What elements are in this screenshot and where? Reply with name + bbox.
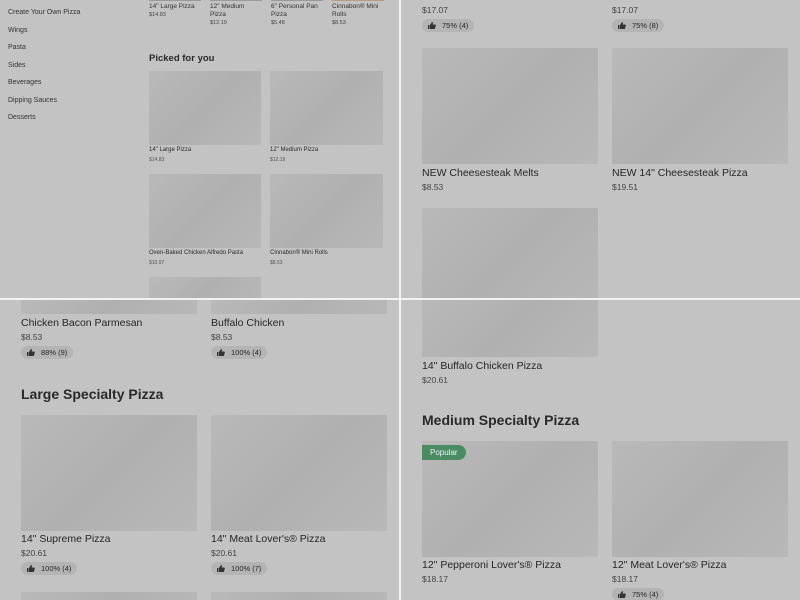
menu-item-price: $14.83 — [149, 157, 165, 163]
menu-item-image[interactable] — [21, 592, 197, 600]
rating-text: 75% (8) — [632, 21, 659, 30]
menu-item-price: $18.17 — [612, 574, 638, 584]
category-item[interactable]: Pasta — [8, 43, 80, 61]
menu-item-price: $8.53 — [332, 20, 346, 26]
menu-item-image[interactable] — [211, 300, 387, 314]
menu-item-name[interactable]: 12" Medium Pizza — [270, 147, 318, 153]
thumbs-up-icon — [618, 591, 626, 598]
menu-item-image[interactable] — [612, 48, 788, 164]
menu-item-name[interactable]: Oven-Baked Chicken Alfredo Pasta — [149, 250, 243, 256]
thumbs-up-icon — [217, 565, 225, 572]
menu-item-price: $8.53 — [211, 332, 233, 342]
rating-text: 75% (4) — [632, 590, 659, 599]
category-item[interactable]: Beverages — [8, 78, 80, 96]
menu-item-price: $17.07 — [422, 5, 448, 15]
menu-item-name[interactable]: 14" Meat Lover's® Pizza — [211, 533, 325, 545]
menu-item-image[interactable] — [612, 441, 788, 557]
thumbs-up-icon — [27, 565, 35, 572]
menu-item-image[interactable] — [211, 415, 387, 531]
category-item[interactable]: Desserts — [8, 113, 80, 131]
menu-item-image[interactable] — [270, 174, 383, 248]
item-image-edge — [271, 0, 323, 1]
menu-item-price: $14.83 — [149, 12, 166, 18]
menu-item-price: $20.61 — [211, 548, 237, 558]
rating-badge: 75% (8) — [612, 19, 665, 32]
menu-item-image[interactable] — [149, 277, 261, 298]
item-image-edge — [149, 0, 201, 1]
menu-pane-bottom-left: Chicken Bacon Parmesan $8.53 Buffalo Chi… — [0, 300, 399, 600]
rating-text: 75% (4) — [442, 21, 469, 30]
menu-item-name[interactable]: NEW Cheesesteak Melts — [422, 167, 539, 179]
menu-item-image[interactable] — [422, 208, 598, 298]
section-heading: Picked for you — [149, 53, 215, 64]
menu-item-price: $5.48 — [271, 20, 285, 26]
menu-item-price: $12.19 — [270, 157, 286, 163]
menu-item-card[interactable]: 14" Large Pizza $14.83 — [149, 3, 201, 19]
rating-text: 100% (7) — [231, 564, 262, 573]
menu-item-image[interactable] — [21, 300, 197, 314]
menu-item-name[interactable]: 12" Pepperoni Lover's® Pizza — [422, 559, 561, 571]
rating-badge: 75% (4) — [422, 19, 475, 32]
thumbs-up-icon — [618, 22, 626, 29]
rating-text: 88% (9) — [41, 348, 68, 357]
menu-item-image[interactable] — [270, 71, 383, 145]
rating-badge: 100% (4) — [21, 562, 78, 575]
rating-badge: 100% (7) — [211, 562, 268, 575]
menu-item-price: $20.61 — [422, 375, 448, 385]
menu-item-name[interactable]: 14" Supreme Pizza — [21, 533, 111, 545]
menu-item-card[interactable]: 6" Personal Pan Pizza $5.48 — [271, 3, 323, 27]
rating-badge: 75% (4) — [612, 588, 665, 600]
menu-item-image[interactable] — [211, 592, 387, 600]
item-image-edge — [210, 0, 262, 1]
menu-item-image[interactable] — [21, 415, 197, 531]
menu-item-name[interactable]: 12" Meat Lover's® Pizza — [612, 559, 726, 571]
item-image-edge — [332, 0, 384, 1]
rating-text: 100% (4) — [231, 348, 262, 357]
category-item[interactable]: Wings — [8, 26, 80, 44]
menu-item-price: $18.17 — [422, 574, 448, 584]
menu-item-price: $20.61 — [21, 548, 47, 558]
menu-item-name[interactable]: Chicken Bacon Parmesan — [21, 317, 142, 329]
pane-divider-vertical — [399, 0, 401, 600]
menu-item-image[interactable] — [422, 48, 598, 164]
popular-badge: Popular — [422, 445, 466, 460]
menu-item-price: $8.53 — [21, 332, 43, 342]
menu-item-name[interactable]: Buffalo Chicken — [211, 317, 284, 329]
thumbs-up-icon — [217, 349, 225, 356]
menu-item-price: $10.97 — [149, 260, 165, 266]
menu-pane-top-left: Create Your Own Pizza Wings Pasta Sides … — [0, 0, 399, 298]
menu-item-price: $19.51 — [612, 182, 638, 192]
menu-item-name[interactable]: 14" Buffalo Chicken Pizza — [422, 360, 542, 372]
menu-item-image[interactable] — [149, 71, 261, 145]
menu-item-card[interactable]: 12" Medium Pizza $12.19 — [210, 3, 262, 27]
menu-pane-bottom-right: 14" Buffalo Chicken Pizza $20.61 Medium … — [401, 300, 800, 600]
section-heading: Large Specialty Pizza — [21, 386, 164, 402]
menu-item-name: 12" Medium Pizza — [210, 3, 245, 18]
menu-item-card[interactable]: Cinnabon® Mini Rolls $8.53 — [332, 3, 384, 27]
category-item[interactable]: Sides — [8, 61, 80, 79]
category-list: Create Your Own Pizza Wings Pasta Sides … — [8, 8, 80, 131]
menu-item-image[interactable] — [149, 174, 261, 248]
menu-item-price: $8.53 — [422, 182, 444, 192]
category-item[interactable]: Create Your Own Pizza — [8, 8, 80, 26]
menu-item-name[interactable]: 14" Large Pizza — [149, 147, 191, 153]
menu-item-price: $8.53 — [270, 260, 283, 266]
menu-item-price: $17.07 — [612, 5, 638, 15]
category-item[interactable]: Dipping Sauces — [8, 96, 80, 114]
rating-text: 100% (4) — [41, 564, 72, 573]
menu-item-image[interactable] — [422, 300, 598, 357]
menu-item-name: 6" Personal Pan Pizza — [271, 3, 318, 18]
menu-item-name: Cinnabon® Mini Rolls — [332, 3, 379, 18]
menu-item-price: $12.19 — [210, 20, 227, 26]
rating-badge: 100% (4) — [211, 346, 268, 359]
thumbs-up-icon — [428, 22, 436, 29]
menu-item-name[interactable]: Cinnabon® Mini Rolls — [270, 250, 328, 256]
rating-badge: 88% (9) — [21, 346, 74, 359]
pane-divider-horizontal — [0, 298, 800, 300]
thumbs-up-icon — [27, 349, 35, 356]
menu-pane-top-right: $17.07 $17.07 75% (4) 75% (8) NEW Cheese… — [401, 0, 800, 298]
section-heading: Medium Specialty Pizza — [422, 412, 580, 428]
menu-item-name: 14" Large Pizza — [149, 3, 195, 10]
menu-item-name[interactable]: NEW 14" Cheesesteak Pizza — [612, 167, 748, 179]
